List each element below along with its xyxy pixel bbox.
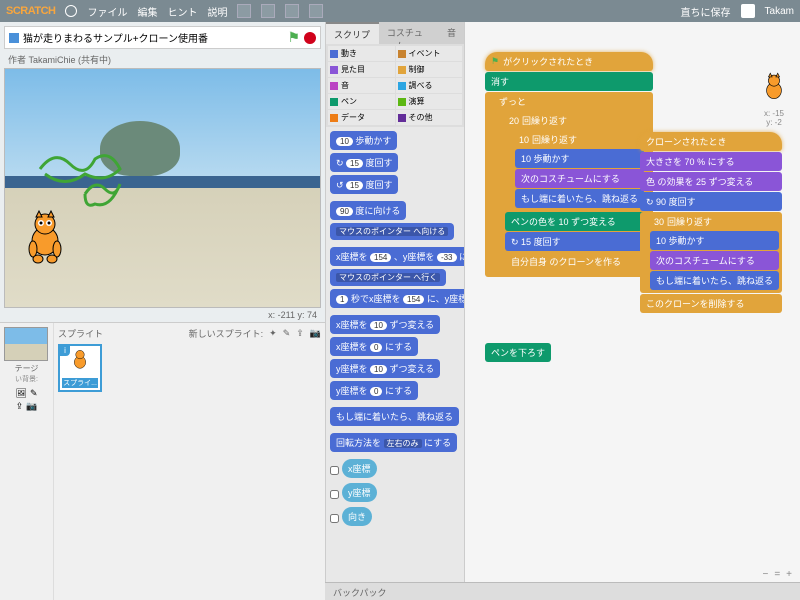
block-goto-xy[interactable]: x座標を 154 、y座標を -33 にす <box>330 247 464 266</box>
tab-sounds[interactable]: 音 <box>439 22 464 44</box>
category-sensing[interactable]: 調べる <box>396 78 463 93</box>
mouse-coordinates: x: -211 y: 74 <box>0 308 325 322</box>
category-motion[interactable]: 動き <box>328 46 395 61</box>
save-now[interactable]: 直ちに保存 <box>681 4 731 19</box>
sprites-label: スプライト <box>58 327 183 340</box>
fullscreen-icon[interactable] <box>9 33 19 43</box>
sprite-cat[interactable] <box>20 209 70 264</box>
block-repeat-20: 20回繰り返す 10回繰り返す 10 歩動かす 次のコスチュームにする もし端に… <box>495 111 650 274</box>
tool-delete-icon[interactable] <box>261 4 275 18</box>
block-repeat-30: 30回繰り返す 10 歩動かす 次のコスチュームにする もし端に着いたら、跳ね返… <box>640 212 782 293</box>
reporter-x: x座標 <box>330 459 460 481</box>
sprite-camera-icon[interactable]: 📷 <box>310 328 321 339</box>
stage-selector[interactable]: テージ い背景: 🖼 ✎ ⇪ 📷 <box>0 323 54 600</box>
block-move[interactable]: 10 歩動かす <box>330 131 397 150</box>
tool-grow-icon[interactable] <box>285 4 299 18</box>
backdrop-library-icon[interactable]: 🖼 <box>16 388 27 399</box>
project-title[interactable]: 猫が走りまわるサンプル+クローン使用番 <box>23 30 283 45</box>
sprite-paint-icon[interactable]: ✎ <box>283 328 291 339</box>
new-sprite-label: 新しいスプライト: <box>189 327 264 340</box>
category-control[interactable]: 制御 <box>396 62 463 77</box>
reporter-y: y座標 <box>330 483 460 505</box>
current-sprite-indicator: x: -15 y: -2 <box>756 72 792 127</box>
scratch-logo: SCRATCH <box>6 5 55 17</box>
editor-tabs: スクリプト コスチューム 音 <box>326 22 464 44</box>
menu-file[interactable]: ファイル <box>87 4 127 19</box>
category-more[interactable]: その他 <box>396 110 463 125</box>
project-title-bar: 猫が走りまわるサンプル+クローン使用番 ⚑ <box>4 26 321 49</box>
category-looks[interactable]: 見た目 <box>328 62 395 77</box>
sprite-upload-icon[interactable]: ⇪ <box>296 328 304 339</box>
backdrop-upload-icon[interactable]: ⇪ <box>16 401 24 412</box>
block-glide[interactable]: 1 秒でx座標を 154 に、y座標を <box>330 289 464 308</box>
block-set-x[interactable]: x座標を 0 にする <box>330 337 418 356</box>
stage[interactable] <box>4 68 321 308</box>
reporter-dir: 向き <box>330 507 460 529</box>
language-icon[interactable] <box>65 5 77 17</box>
category-operators[interactable]: 演算 <box>396 94 463 109</box>
pen-trail-2 <box>80 174 130 214</box>
block-clear: 消す <box>485 72 653 91</box>
backdrop-paint-icon[interactable]: ✎ <box>30 388 38 399</box>
stop-icon[interactable] <box>304 32 316 44</box>
project-author: 作者 TakamiChie (共有中) <box>0 53 325 68</box>
backpack-panel[interactable]: バックパック <box>325 582 800 600</box>
block-change-x[interactable]: x座標を 10 ずつ変える <box>330 315 440 334</box>
menu-tips[interactable]: ヒント <box>167 4 197 19</box>
block-pen-down: ペンを下ろす <box>485 343 551 362</box>
menu-bar: SCRATCH ファイル 編集 ヒント 説明 直ちに保存 Takam <box>0 0 800 22</box>
block-forever: ずっと 20回繰り返す 10回繰り返す 10 歩動かす 次のコスチュームにする … <box>485 92 653 277</box>
sprite-thumbnail[interactable]: i スプライ... <box>58 344 102 392</box>
block-point-dir[interactable]: 90 度に向ける <box>330 201 406 220</box>
category-sound[interactable]: 音 <box>328 78 395 93</box>
zoom-in-icon[interactable]: + <box>786 569 792 580</box>
stage-thumbnail[interactable] <box>4 327 48 361</box>
script-stack-2[interactable]: ペンを下ろす <box>485 342 551 362</box>
block-goto[interactable]: マウスのポインター へ行く <box>330 269 446 286</box>
block-turn-left[interactable]: ↺ 15 度回す <box>330 175 398 194</box>
block-rotation-style[interactable]: 回転方法を 左右のみ にする <box>330 433 457 452</box>
menu-about[interactable]: 説明 <box>207 4 227 19</box>
tab-scripts[interactable]: スクリプト <box>326 22 379 44</box>
block-palette: 10 歩動かす ↻ 15 度回す ↺ 15 度回す 90 度に向ける マウスのポ… <box>326 127 464 600</box>
user-avatar-icon[interactable] <box>741 4 755 18</box>
menu-edit[interactable]: 編集 <box>137 4 157 19</box>
category-data[interactable]: データ <box>328 110 395 125</box>
block-change-y[interactable]: y座標を 10 ずつ変える <box>330 359 440 378</box>
script-stack-3[interactable]: クローンされたとき 大きさを 70 % にする 色 の効果を 25 ずつ変える … <box>640 132 782 313</box>
category-events[interactable]: イベント <box>396 46 463 61</box>
block-repeat-10: 10回繰り返す 10 歩動かす 次のコスチュームにする もし端に着いたら、跳ね返… <box>505 130 647 211</box>
hat-flag-clicked: ⚑がクリックされたとき <box>485 52 653 71</box>
hat-clone-start: クローンされたとき <box>640 132 782 151</box>
zoom-controls: − = + <box>762 569 792 580</box>
tool-shrink-icon[interactable] <box>309 4 323 18</box>
zoom-reset-icon[interactable]: = <box>774 569 780 580</box>
block-categories: 動き イベント 見た目 制御 音 調べる ペン 演算 データ その他 <box>326 44 464 127</box>
script-workspace[interactable]: x: -15 y: -2 ⚑がクリックされたとき 消す ずっと 20回繰り返す … <box>465 22 800 600</box>
zoom-out-icon[interactable]: − <box>762 569 768 580</box>
user-name[interactable]: Takam <box>765 6 794 17</box>
sprite-info-icon[interactable]: i <box>60 346 70 356</box>
block-point-to[interactable]: マウスのポインター へ向ける <box>330 223 454 240</box>
block-set-y[interactable]: y座標を 0 にする <box>330 381 418 400</box>
backdrop-camera-icon[interactable]: 📷 <box>26 401 37 412</box>
tool-duplicate-icon[interactable] <box>237 4 251 18</box>
sprite-library-icon[interactable]: ✦ <box>269 328 277 339</box>
block-turn-right[interactable]: ↻ 15 度回す <box>330 153 398 172</box>
tab-costumes[interactable]: コスチューム <box>379 22 439 44</box>
block-bounce[interactable]: もし端に着いたら、跳ね返る <box>330 407 459 426</box>
green-flag-icon[interactable]: ⚑ <box>287 29 300 46</box>
script-stack-1[interactable]: ⚑がクリックされたとき 消す ずっと 20回繰り返す 10回繰り返す 10 歩動… <box>485 52 653 277</box>
category-pen[interactable]: ペン <box>328 94 395 109</box>
